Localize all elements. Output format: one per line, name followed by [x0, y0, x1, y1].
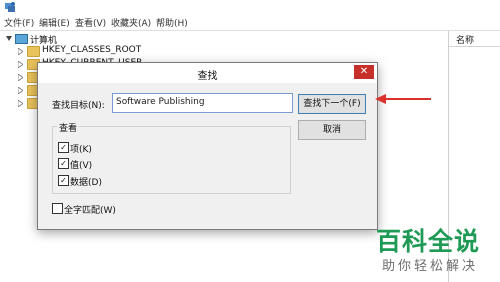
annotation-arrow-icon: [375, 94, 386, 104]
keys-checkbox[interactable]: ✓: [58, 142, 69, 153]
expanded-arrow-icon[interactable]: [6, 36, 12, 42]
find-dialog: 查找 ✕ 查找目标(N): Software Publishing 查找下一个(…: [37, 62, 378, 230]
menu-file[interactable]: 文件(F): [4, 16, 34, 29]
look-at-group-label: 查看: [57, 121, 80, 134]
find-what-label: 查找目标(N):: [52, 101, 105, 111]
collapsed-arrow-icon[interactable]: [18, 74, 23, 81]
keys-label[interactable]: 项(K): [70, 142, 92, 155]
match-whole-checkbox[interactable]: [52, 203, 63, 214]
folder-icon: [27, 46, 40, 57]
dialog-title: 查找: [197, 71, 218, 82]
computer-icon: [15, 34, 28, 44]
cancel-button[interactable]: 取消: [298, 120, 366, 140]
close-button[interactable]: ✕: [354, 65, 374, 79]
data-checkbox[interactable]: ✓: [58, 175, 69, 186]
annotation-arrow-line: [385, 98, 431, 100]
menu-view[interactable]: 查看(V): [75, 16, 106, 29]
tree-node-label: HKEY_CLASSES_ROOT: [42, 45, 142, 55]
menu-favorites[interactable]: 收藏夹(A): [111, 16, 151, 29]
match-whole-label[interactable]: 全字匹配(W): [64, 203, 116, 216]
values-checkbox[interactable]: ✓: [58, 158, 69, 169]
collapsed-arrow-icon[interactable]: [18, 61, 23, 68]
find-what-input[interactable]: Software Publishing: [112, 93, 293, 113]
data-label[interactable]: 数据(D): [70, 175, 102, 188]
menu-bar: 文件(F) 编辑(E) 查看(V) 收藏夹(A) 帮助(H): [0, 14, 500, 31]
column-header-name[interactable]: 名称: [449, 31, 500, 47]
column-header-label: 名称: [456, 36, 475, 46]
watermark-subtitle: 助你轻松解决: [382, 259, 479, 274]
menu-edit[interactable]: 编辑(E): [39, 16, 70, 29]
values-label[interactable]: 值(V): [70, 158, 92, 171]
window-title-bar: [0, 0, 500, 14]
find-next-button[interactable]: 查找下一个(F): [298, 94, 366, 114]
collapsed-arrow-icon[interactable]: [18, 100, 23, 107]
regedit-app-icon: [5, 2, 15, 12]
collapsed-arrow-icon[interactable]: [18, 87, 23, 94]
watermark-title: 百科全说: [376, 227, 481, 256]
menu-help[interactable]: 帮助(H): [156, 16, 188, 29]
collapsed-arrow-icon[interactable]: [18, 48, 23, 55]
dialog-title-bar[interactable]: 查找 ✕: [38, 63, 377, 83]
